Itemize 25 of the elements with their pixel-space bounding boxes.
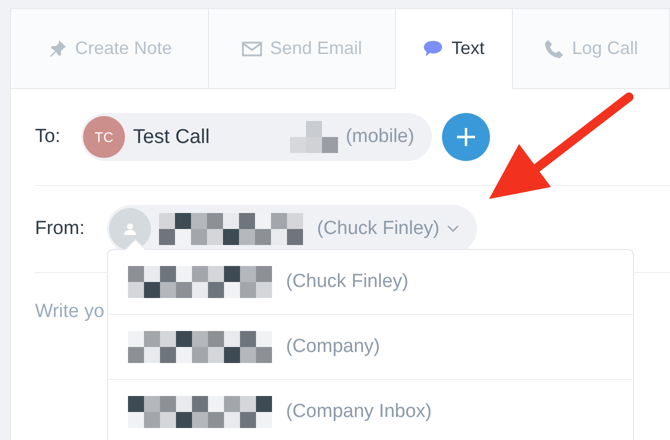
tab[interactable]: Send Email <box>209 9 396 89</box>
redaction-drawing <box>290 121 338 153</box>
plus-icon <box>456 127 476 147</box>
chat-icon <box>423 38 444 58</box>
phone-type: (mobile) <box>346 126 414 148</box>
mail-icon <box>242 38 262 58</box>
chevron-down-icon <box>447 225 460 233</box>
sender-option[interactable]: (Company Inbox) <box>108 380 633 440</box>
avatar: TC <box>83 116 125 158</box>
option-label: (Company Inbox) <box>286 401 432 423</box>
from-label: From: <box>35 218 86 240</box>
option-label: (Chuck Finley) <box>286 271 408 293</box>
recipient-chip[interactable]: TC Test Call (mobile) <box>81 113 432 161</box>
tab[interactable]: Create Note <box>11 9 209 89</box>
sender-name: (Chuck Finley) <box>317 218 440 240</box>
option-label: (Company) <box>286 336 380 358</box>
sender-option[interactable]: (Chuck Finley) <box>108 250 633 315</box>
sender-option[interactable]: (Company) <box>108 315 633 380</box>
add-button[interactable] <box>442 113 490 161</box>
person-icon <box>124 223 136 235</box>
message-field[interactable]: Write yo <box>35 301 107 323</box>
tab[interactable]: Log Call <box>513 9 670 89</box>
recipient-name: Test Call <box>133 126 210 148</box>
to-label: To: <box>35 126 62 148</box>
phone-icon <box>544 38 564 58</box>
